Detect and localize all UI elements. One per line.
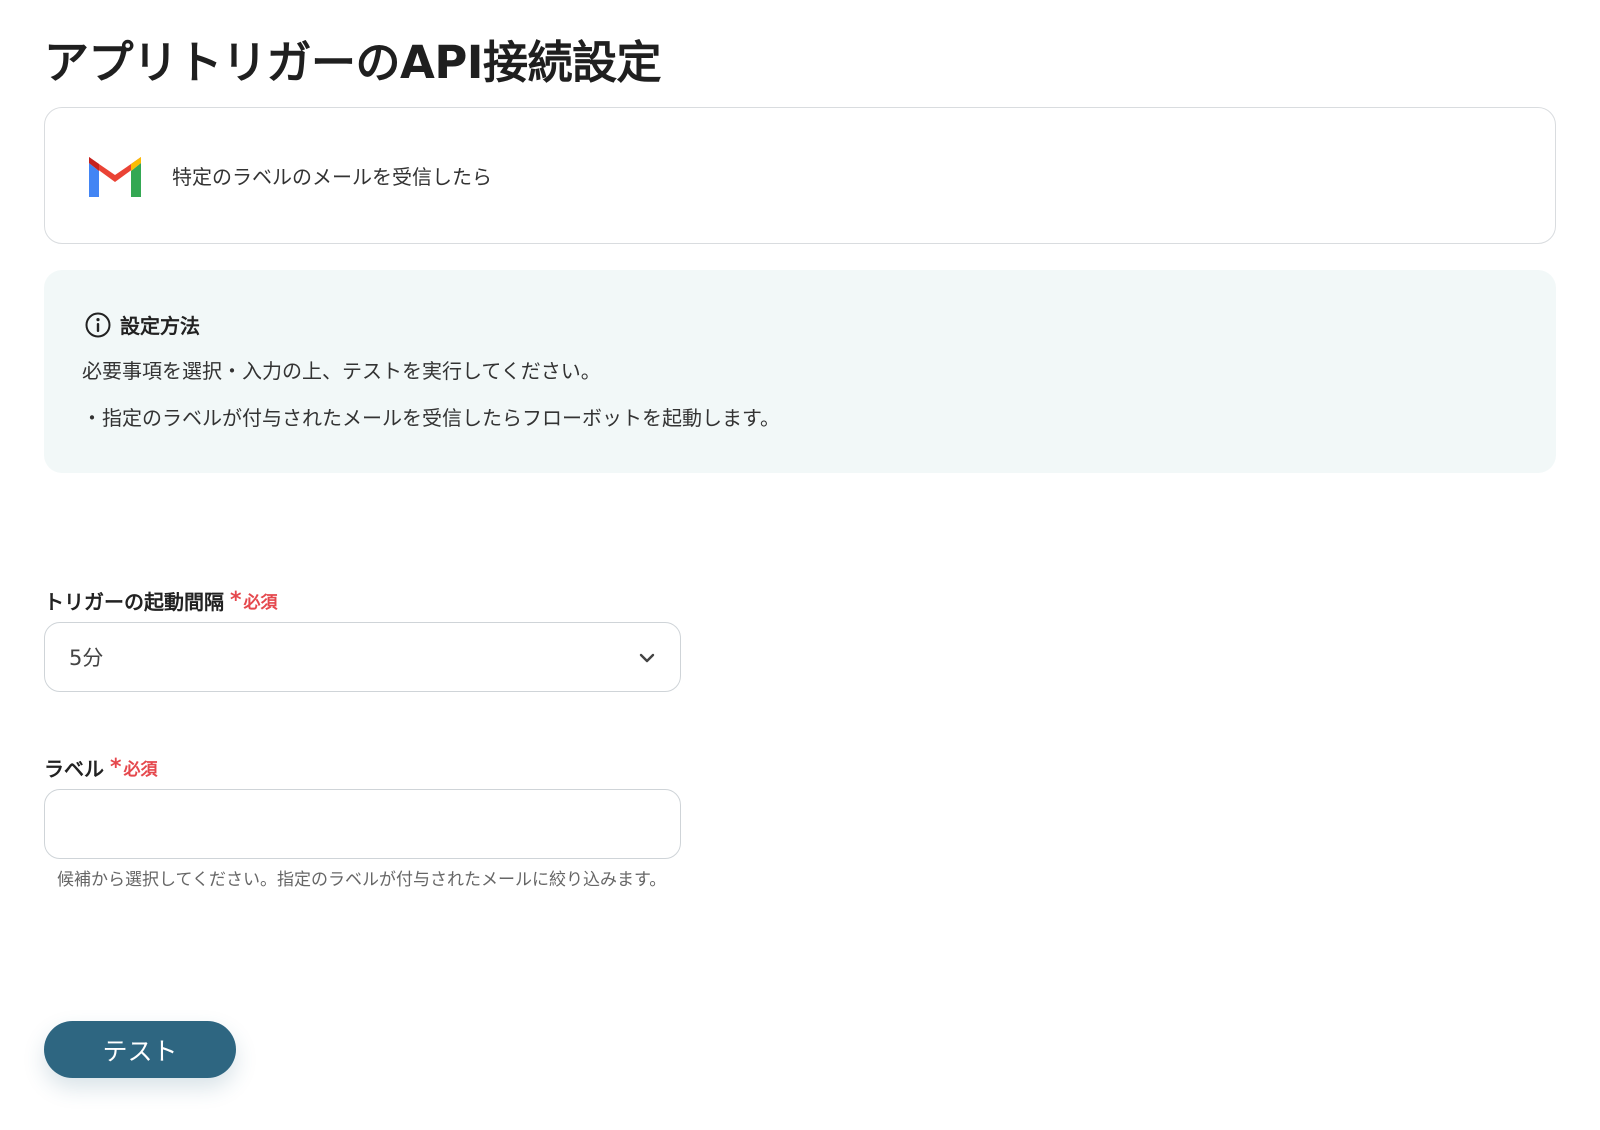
label-field-label: ラベル * 必須 bbox=[44, 753, 158, 782]
setup-instructions-header: 設定方法 bbox=[84, 310, 200, 339]
trigger-description: 特定のラベルのメールを受信したら bbox=[172, 165, 492, 189]
required-asterisk: * bbox=[110, 755, 122, 780]
trigger-card: 特定のラベルのメールを受信したら bbox=[44, 107, 1556, 244]
test-button[interactable]: テスト bbox=[44, 1021, 236, 1078]
required-badge: 必須 bbox=[123, 760, 158, 780]
api-connection-settings-page: アプリトリガーのAPI接続設定 特定のラベルのメールを受信したら 設定方法 必要… bbox=[0, 0, 1600, 1130]
interval-select-value: 5分 bbox=[69, 646, 104, 670]
page-title: アプリトリガーのAPI接続設定 bbox=[44, 36, 662, 89]
instruction-line: 必要事項を選択・入力の上、テストを実行してください。 bbox=[82, 359, 601, 383]
info-icon bbox=[85, 312, 111, 337]
label-input[interactable] bbox=[44, 789, 681, 859]
interval-label-text: トリガーの起動間隔 bbox=[44, 590, 224, 614]
chevron-down-icon[interactable] bbox=[636, 647, 658, 669]
label-label-text: ラベル bbox=[44, 757, 104, 781]
required-badge: 必須 bbox=[243, 593, 278, 613]
interval-select[interactable]: 5分 bbox=[44, 622, 681, 692]
label-help-text: 候補から選択してください。指定のラベルが付与されたメールに絞り込みます。 bbox=[57, 870, 667, 890]
required-asterisk: * bbox=[230, 588, 242, 613]
setup-instructions-title: 設定方法 bbox=[120, 314, 200, 338]
instruction-line: ・指定のラベルが付与されたメールを受信したらフローボットを起動します。 bbox=[82, 406, 780, 430]
interval-field-label: トリガーの起動間隔 * 必須 bbox=[44, 586, 278, 615]
setup-instructions-box: 設定方法 必要事項を選択・入力の上、テストを実行してください。 ・指定のラベルが… bbox=[44, 270, 1556, 473]
gmail-icon bbox=[89, 156, 141, 197]
